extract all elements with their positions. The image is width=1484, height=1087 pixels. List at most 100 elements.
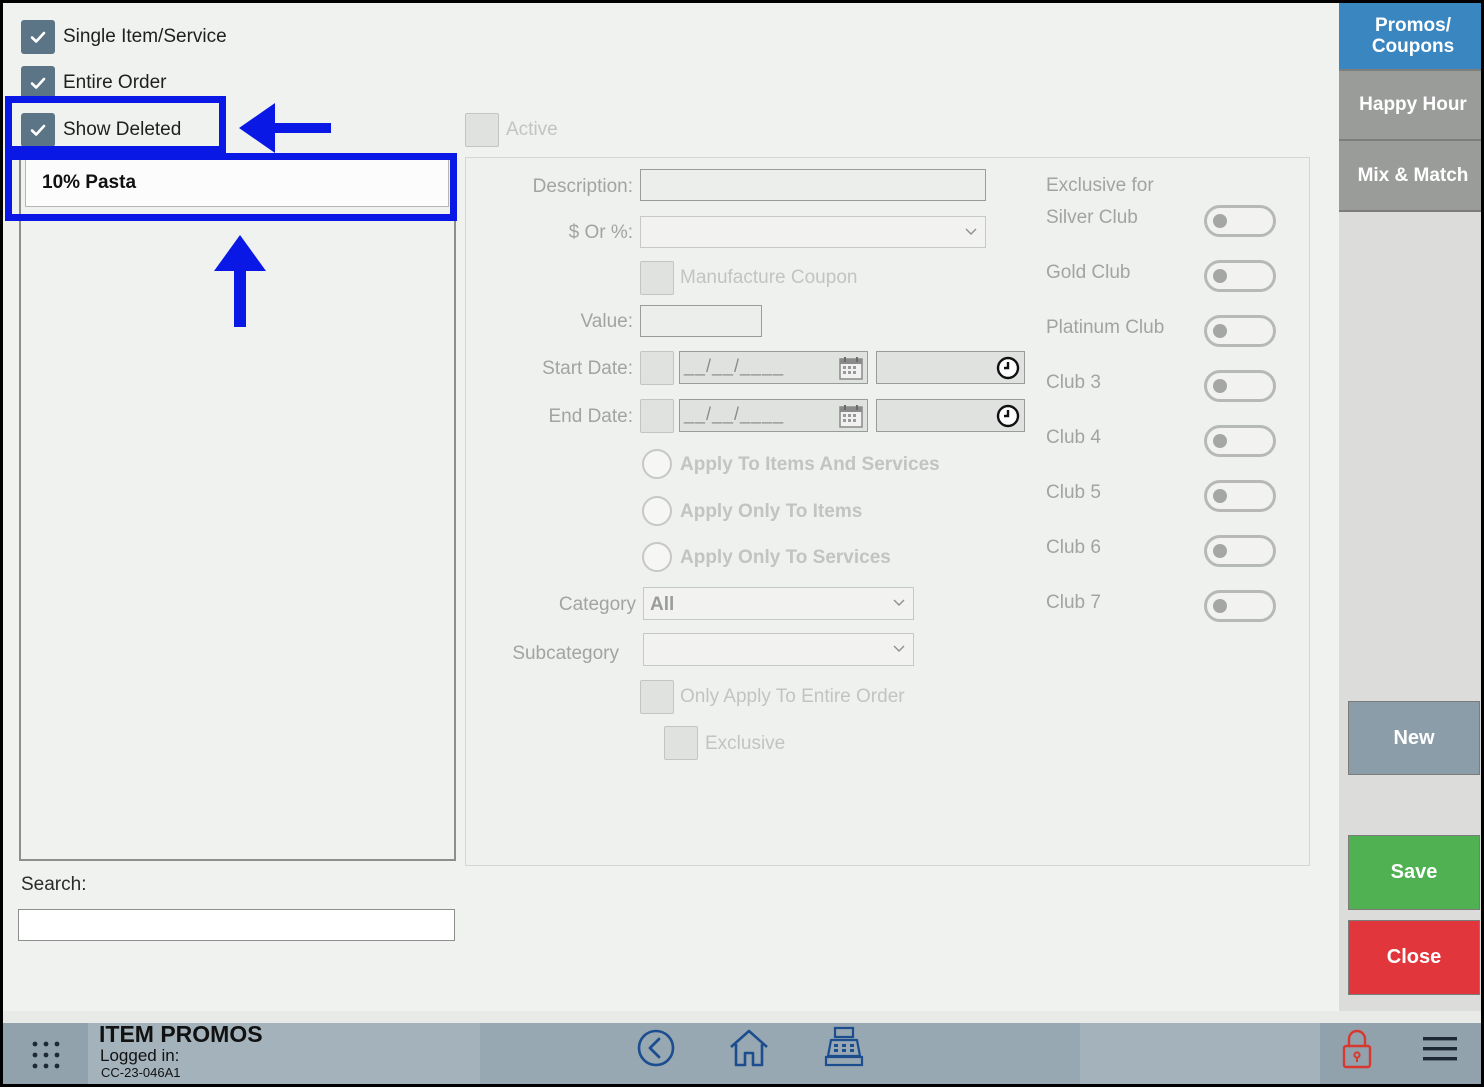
status-area [1080, 1023, 1320, 1084]
tab-mix-and-match[interactable]: Mix & Match [1339, 141, 1481, 212]
apps-grid-icon[interactable] [31, 1040, 61, 1070]
dollar-or-percent-label: $ Or %: [568, 222, 633, 243]
value-label: Value: [580, 311, 633, 332]
lock-icon[interactable] [1341, 1028, 1373, 1070]
toggle-knob [1213, 544, 1227, 558]
end-date-value: __/__/____ [684, 404, 785, 424]
clock-icon[interactable] [996, 404, 1020, 428]
description-input[interactable] [640, 169, 986, 201]
toggle-knob [1213, 434, 1227, 448]
single-item-label: Single Item/Service [63, 26, 227, 47]
category-label: Category [558, 594, 636, 615]
exclusive-checkbox[interactable] [664, 726, 698, 760]
clock-icon[interactable] [996, 356, 1020, 380]
only-apply-entire-order-checkbox[interactable] [640, 680, 674, 714]
club-label-club-7: Club 7 [1046, 592, 1101, 613]
toggle-club-6[interactable] [1204, 535, 1276, 567]
active-label: Active [506, 119, 558, 140]
toggle-club-4[interactable] [1204, 425, 1276, 457]
tab-promos-coupons[interactable]: Promos/ Coupons [1339, 3, 1481, 71]
toggle-silver-club[interactable] [1204, 205, 1276, 237]
subcategory-label: Subcategory [512, 643, 619, 664]
entire-order-label: Entire Order [63, 72, 167, 93]
toggle-club-7[interactable] [1204, 590, 1276, 622]
search-label: Search: [21, 874, 87, 895]
club-label-silver: Silver Club [1046, 207, 1138, 228]
checkmark-icon [30, 77, 46, 89]
category-value: All [650, 594, 675, 615]
nav-area [480, 1023, 1080, 1084]
highlight-box-list-item [5, 153, 457, 221]
club-label-club-6: Club 6 [1046, 537, 1101, 558]
start-time-input[interactable] [876, 351, 1025, 384]
tab-happy-hour[interactable]: Happy Hour [1339, 71, 1481, 141]
toggle-club-5[interactable] [1204, 480, 1276, 512]
back-icon[interactable] [636, 1028, 676, 1068]
toggle-knob [1213, 379, 1227, 393]
station-id: CC-23-046A1 [101, 1065, 181, 1080]
description-label: Description: [532, 176, 633, 197]
up-arrow-icon [214, 235, 266, 327]
radio-label-items-and-services: Apply To Items And Services [680, 454, 940, 475]
start-date-checkbox[interactable] [640, 351, 674, 385]
club-label-club-3: Club 3 [1046, 372, 1101, 393]
radio-apply-only-services[interactable] [642, 542, 672, 572]
left-arrow-icon [239, 103, 331, 153]
save-button[interactable]: Save [1348, 835, 1480, 910]
entire-order-checkbox[interactable] [21, 66, 55, 100]
category-select[interactable]: All [643, 587, 914, 620]
toggle-knob [1213, 269, 1227, 283]
subcategory-select[interactable] [643, 633, 914, 666]
search-input[interactable] [18, 909, 455, 941]
club-label-gold: Gold Club [1046, 262, 1131, 283]
hamburger-menu-icon[interactable] [1422, 1035, 1458, 1063]
start-date-label: Start Date: [542, 358, 633, 379]
start-date-value: __/__/____ [684, 356, 785, 376]
toggle-gold-club[interactable] [1204, 260, 1276, 292]
club-label-club-4: Club 4 [1046, 427, 1101, 448]
toggle-knob [1213, 214, 1227, 228]
chevron-down-icon [893, 599, 905, 606]
exclusive-label: Exclusive [705, 733, 786, 754]
toggle-club-3[interactable] [1204, 370, 1276, 402]
chevron-down-icon [965, 228, 977, 235]
manufacture-coupon-label: Manufacture Coupon [680, 267, 858, 288]
dollar-or-percent-select[interactable] [640, 216, 986, 248]
value-input[interactable] [640, 305, 762, 337]
bottom-bar: ITEM PROMOS Logged in: CC-23-046A1 [3, 1011, 1481, 1084]
radio-label-only-services: Apply Only To Services [680, 547, 891, 568]
end-date-input[interactable]: __/__/____ [679, 399, 868, 432]
only-apply-entire-order-label: Only Apply To Entire Order [680, 686, 905, 707]
club-label-club-5: Club 5 [1046, 482, 1101, 503]
screen-title: ITEM PROMOS [99, 1021, 263, 1047]
toggle-knob [1213, 324, 1227, 338]
manufacture-coupon-checkbox[interactable] [640, 261, 674, 295]
toggle-knob [1213, 489, 1227, 503]
active-checkbox[interactable] [465, 113, 499, 147]
new-button[interactable]: New [1348, 701, 1480, 775]
exclusive-for-heading: Exclusive for [1046, 175, 1154, 196]
chevron-down-icon [893, 645, 905, 652]
cash-register-icon[interactable] [823, 1026, 865, 1068]
highlight-box-show-deleted [5, 96, 226, 153]
toggle-knob [1213, 599, 1227, 613]
logged-in-label: Logged in: [100, 1046, 180, 1065]
end-time-input[interactable] [876, 399, 1025, 432]
calendar-icon[interactable] [838, 403, 864, 429]
single-item-checkbox[interactable] [21, 20, 55, 54]
single-item-checkbox-row[interactable]: Single Item/Service [21, 20, 227, 54]
end-date-label: End Date: [548, 406, 634, 427]
radio-apply-items-and-services[interactable] [642, 449, 672, 479]
toggle-platinum-club[interactable] [1204, 315, 1276, 347]
end-date-checkbox[interactable] [640, 399, 674, 433]
home-icon[interactable] [727, 1026, 771, 1070]
club-label-platinum: Platinum Club [1046, 317, 1165, 338]
entire-order-checkbox-row[interactable]: Entire Order [21, 66, 166, 100]
promo-form-panel [465, 157, 1310, 866]
checkmark-icon [30, 31, 46, 43]
radio-apply-only-items[interactable] [642, 496, 672, 526]
calendar-icon[interactable] [838, 355, 864, 381]
app-window: Single Item/Service Entire Order Show De… [0, 0, 1484, 1087]
start-date-input[interactable]: __/__/____ [679, 351, 868, 384]
close-button[interactable]: Close [1348, 920, 1480, 995]
